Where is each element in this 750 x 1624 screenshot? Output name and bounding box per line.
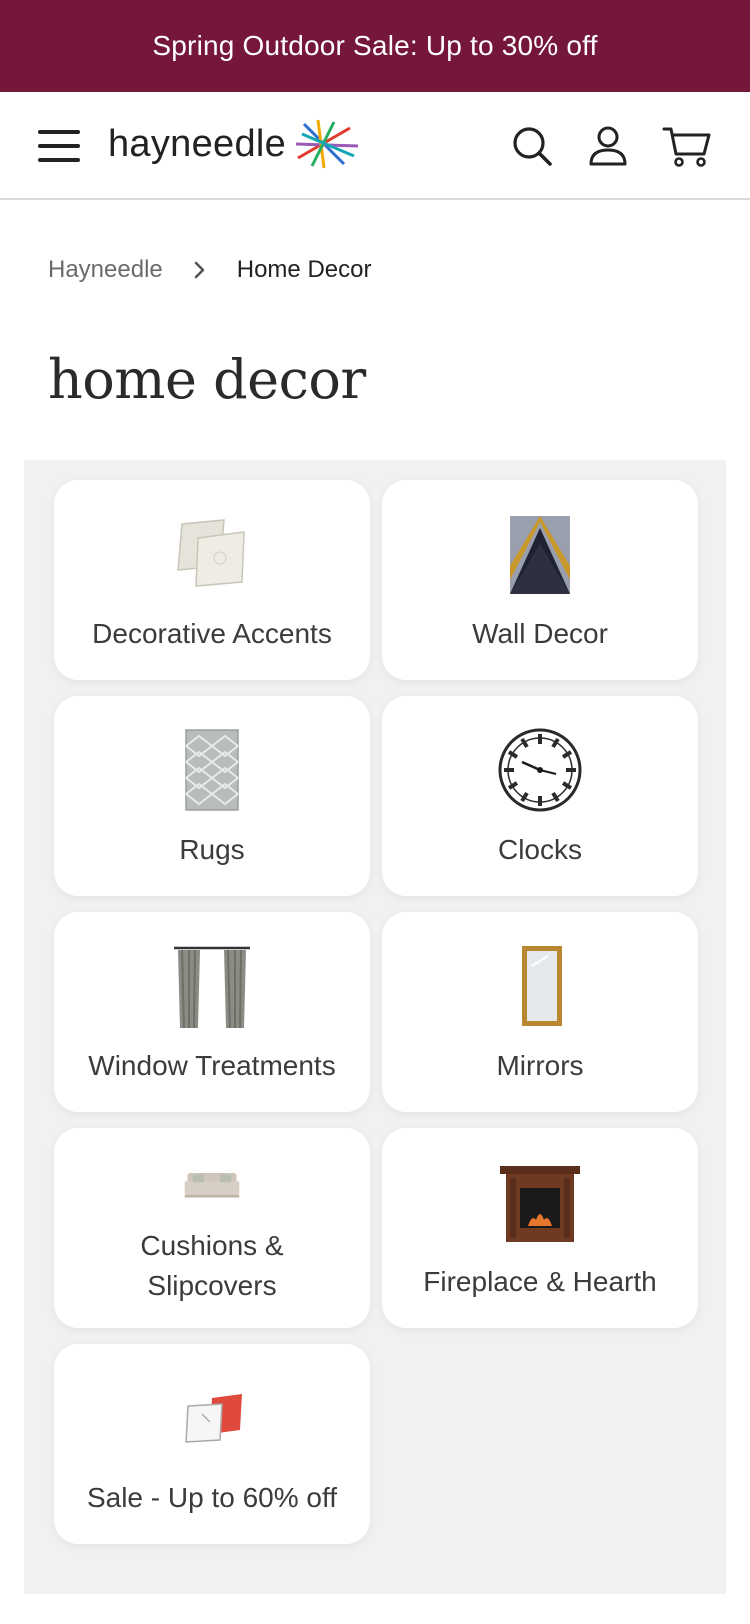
- hamburger-menu-icon[interactable]: [38, 130, 80, 162]
- site-header: hayneedle: [0, 92, 750, 200]
- curtains-icon: [174, 946, 250, 1029]
- search-icon[interactable]: [510, 124, 554, 168]
- category-label: Sale - Up to 60% off: [86, 1482, 338, 1513]
- category-label: Wall Decor: [472, 618, 608, 649]
- category-tile-rugs[interactable]: Rugs: [54, 696, 370, 896]
- category-tile-mirrors[interactable]: Mirrors: [382, 912, 698, 1112]
- category-tile-clocks[interactable]: Clocks: [382, 696, 698, 896]
- site-logo[interactable]: hayneedle: [108, 114, 360, 174]
- promo-banner[interactable]: Spring Outdoor Sale: Up to 30% off: [0, 0, 750, 92]
- promo-text: Spring Outdoor Sale: Up to 30% off: [152, 30, 598, 61]
- category-label: Window Treatments: [88, 1050, 336, 1081]
- account-icon[interactable]: [586, 124, 630, 168]
- chevron-right-icon: [194, 261, 205, 279]
- page-title: home decor: [48, 348, 366, 411]
- category-label: Rugs: [179, 834, 245, 865]
- logo-text: hayneedle: [108, 122, 287, 165]
- logo-needles-icon: [296, 119, 359, 169]
- sofa-icon: [184, 1173, 240, 1198]
- pillows-icon: [177, 519, 245, 587]
- sale-pillows-icon: [185, 1394, 242, 1443]
- category-label: Mirrors: [496, 1050, 584, 1081]
- category-tile-cushions-slipcovers[interactable]: Cushions & Slipcovers: [54, 1128, 370, 1328]
- category-tile-wall-decor[interactable]: Wall Decor: [382, 480, 698, 680]
- fireplace-icon: [500, 1166, 580, 1242]
- category-tile-sale[interactable]: Sale - Up to 60% off: [54, 1344, 370, 1544]
- rug-icon: [185, 729, 239, 811]
- breadcrumb: Hayneedle Home Decor: [48, 250, 371, 290]
- category-label: Decorative Accents: [92, 618, 332, 649]
- category-label: Clocks: [497, 834, 582, 865]
- cart-icon[interactable]: [662, 124, 712, 168]
- mirror-icon: [522, 946, 562, 1026]
- category-tile-decorative-accents[interactable]: Decorative Accents: [54, 480, 370, 680]
- breadcrumb-link-hayneedle[interactable]: Hayneedle: [48, 256, 163, 284]
- category-label: Cushions & Slipcovers: [140, 1230, 284, 1301]
- category-grid: Decorative Accents Wall Decor Rugs Clock…: [24, 460, 726, 1594]
- category-tile-window-treatments[interactable]: Window Treatments: [54, 912, 370, 1112]
- wall-art-icon: [510, 516, 570, 594]
- clock-icon: [498, 728, 582, 812]
- category-label: Fireplace & Hearth: [423, 1266, 657, 1297]
- breadcrumb-current: Home Decor: [236, 256, 372, 283]
- category-tile-fireplace-hearth[interactable]: Fireplace & Hearth: [382, 1128, 698, 1328]
